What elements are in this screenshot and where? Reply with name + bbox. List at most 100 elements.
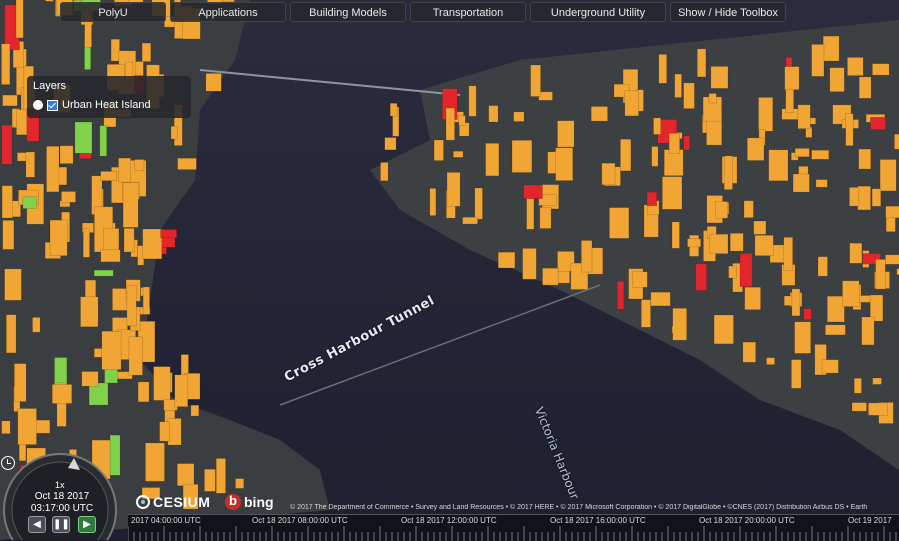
underground-utility-button[interactable]: Underground Utility [530,2,666,22]
building-block [729,266,737,278]
building-block [620,139,631,171]
building-block [168,418,181,445]
transportation-button[interactable]: Transportation [410,2,526,22]
play-reverse-button[interactable]: ◀ [28,516,46,533]
animation-date: Oct 18 2017 [32,491,92,502]
building-block [798,105,810,129]
building-block [52,384,72,403]
building-block [143,229,162,259]
building-block [715,202,727,219]
building-models-button[interactable]: Building Models [290,2,406,22]
layer-row-urban-heat-island: Urban Heat Island [33,99,185,111]
building-block [793,174,809,192]
building-block [527,196,534,230]
polyu-button[interactable]: PolyU [60,2,166,22]
building-block [23,197,37,209]
building-block [100,126,107,156]
building-block [662,177,682,210]
bing-logo-text: bing [244,494,274,510]
building-block [641,300,650,328]
building-block [769,150,788,181]
building-block [651,292,671,306]
building-block [673,308,687,340]
building-block [812,44,824,76]
building-block [858,186,871,210]
building-block [486,143,499,176]
building-block [531,65,541,97]
building-block [489,106,498,122]
building-block [816,180,827,188]
building-block [81,297,99,327]
building-block [843,281,860,307]
cesium-logo-icon [136,495,150,509]
timeline-bar[interactable]: 2017 04:00:00 UTC Oct 18 2017 08:00:00 U… [128,514,899,541]
building-block [101,171,117,180]
building-block [101,250,120,262]
building-block [14,364,26,402]
applications-button[interactable]: Applications [170,2,286,22]
building-block [868,403,887,415]
building-block [26,152,35,177]
building-block [672,222,680,248]
building-block [847,57,863,75]
building-block [434,140,443,161]
building-block [652,147,658,167]
layers-panel: Layers Urban Heat Island [27,76,191,118]
pause-button[interactable]: ❚❚ [52,516,70,533]
building-block [872,189,881,207]
building-block [161,230,177,238]
building-block [871,117,886,129]
building-block [47,146,60,192]
cesium-logo[interactable]: CESIUM [136,494,210,510]
building-block [791,360,801,389]
building-block [390,103,397,116]
building-block [191,405,199,416]
show-hide-toolbox-button[interactable]: Show / Hide Toolbox [670,2,786,22]
layer-radio-button[interactable] [33,100,43,110]
building-block [177,464,194,486]
building-block [469,86,476,117]
clock-icon[interactable] [1,456,15,470]
building-block [112,318,127,332]
building-block [236,479,244,489]
building-block [463,217,478,224]
play-forward-button[interactable]: ▶ [78,516,96,533]
building-block [453,151,463,157]
building-block [859,149,871,169]
timeline-tick-label: Oct 18 2017 08:00:00 UTC [252,516,348,525]
building-block [747,138,764,161]
building-block [659,54,667,83]
building-block [818,257,828,277]
bing-logo[interactable]: bing [225,494,274,510]
building-block [872,64,889,75]
building-block [2,125,12,164]
building-block [697,49,706,77]
building-block [145,443,164,481]
layers-panel-title: Layers [33,80,185,92]
building-block [539,92,553,101]
building-block [178,158,197,169]
building-block [5,269,22,300]
building-block [61,192,75,203]
building-block [886,206,899,218]
building-block [873,378,882,384]
cesium-logo-text: CESIUM [153,494,210,510]
timeline-tick-label: Oct 18 2017 16:00:00 UTC [550,516,646,525]
building-block [854,378,861,393]
building-block [523,248,537,279]
timeline-ticks [128,526,899,541]
building-block [16,0,23,38]
building-block [558,121,575,147]
play-forward-icon: ▶ [83,519,91,530]
building-block [3,220,14,249]
building-block [625,91,639,116]
building-block [514,112,524,122]
building-block [823,36,839,61]
animation-time: 03:17:00 UTC [28,503,96,514]
building-block [138,382,149,402]
building-block [124,228,134,252]
building-block [669,133,680,153]
building-block [825,325,845,335]
building-block [135,160,144,171]
layer-checkbox[interactable] [47,100,58,111]
